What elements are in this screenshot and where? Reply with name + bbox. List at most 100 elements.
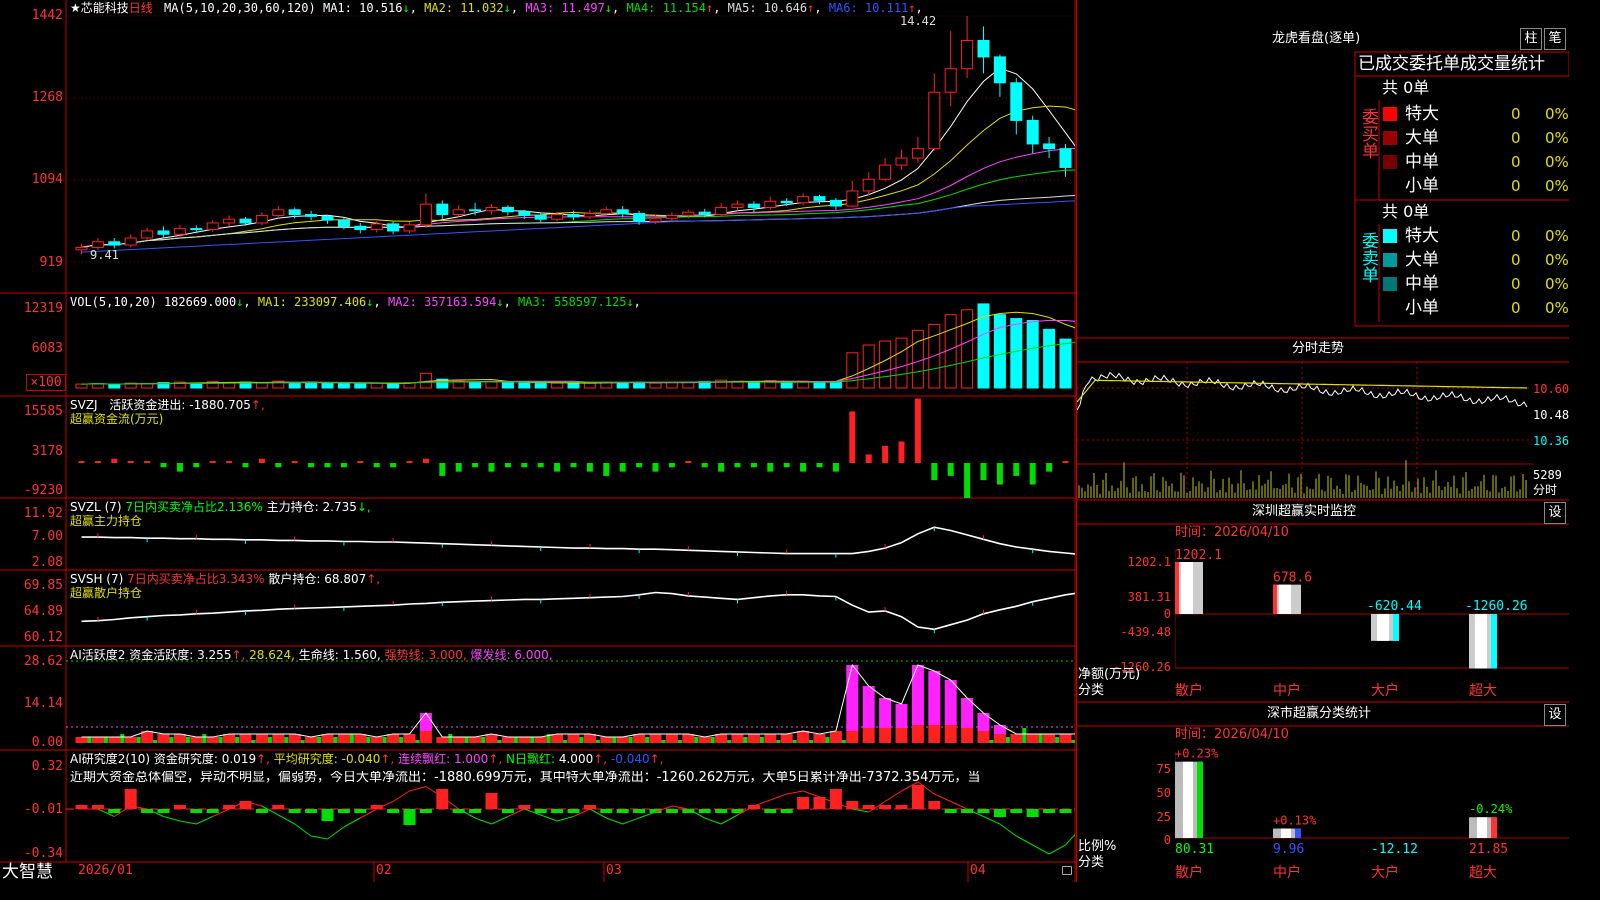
svzj-bar (275, 463, 282, 468)
research-bar (288, 809, 301, 813)
svzj-bar (521, 463, 528, 468)
ai-green-bar (677, 740, 682, 743)
ai-activity-chart[interactable] (66, 647, 1075, 750)
research-bar (665, 809, 678, 813)
ai-green-bar (612, 737, 617, 743)
research-bar (993, 809, 1006, 817)
research-bar (469, 809, 482, 813)
volume-bar (485, 381, 498, 389)
monitor-settings-button[interactable]: 设 (1544, 502, 1566, 524)
order-count: 0 (1511, 251, 1521, 269)
svzj-bar (1029, 463, 1036, 485)
order-row-2: 中单 0 0% (1379, 150, 1569, 174)
svzj-bar (537, 463, 544, 468)
ai-green-bar (513, 737, 518, 743)
intraday-unit: 分时 (1533, 483, 1558, 497)
ai-green-bar (809, 740, 814, 743)
svzj-chart[interactable] (66, 397, 1075, 498)
ai-green-bar (1005, 737, 1010, 743)
classify-value-label: -12.12 (1371, 842, 1418, 857)
main-chart-area[interactable]: ★芯能科技日线 MA(5,10,20,30,60,120) MA1: 10.51… (0, 0, 1076, 882)
svzj-bar (750, 463, 757, 468)
intraday-chart[interactable] (1077, 362, 1533, 500)
candle-body (551, 213, 564, 220)
svzj-bar (701, 463, 708, 468)
svzj-bar (439, 463, 446, 476)
svzj-bar (964, 463, 971, 498)
classify-chart[interactable]: +0.23% 80.31 散户 +0.13% 9.96 中户 -12.12 大户 -0.24% 2… (1175, 742, 1569, 882)
ai-red-bar (91, 737, 104, 743)
classify-bar-highlight (1183, 761, 1193, 838)
volume-bar (469, 381, 482, 389)
research-bar (862, 805, 875, 809)
volume-chart[interactable] (66, 294, 1075, 396)
svsh-chart[interactable] (66, 571, 1075, 646)
classify-change-label: +0.13% (1273, 814, 1317, 828)
candle-body (255, 214, 268, 224)
order-color-swatch (1383, 179, 1397, 193)
app-logo[interactable]: 大智慧 (2, 862, 53, 882)
classify-bar-edge (1491, 817, 1497, 838)
svzj-bar (800, 463, 807, 472)
ai-green-bar (563, 740, 568, 743)
research-bar (944, 809, 957, 813)
order-color-swatch (1383, 155, 1397, 169)
candle-body (731, 203, 744, 208)
ai-green-bar (349, 734, 354, 743)
monitor-chart[interactable]: 1202.1 散户 678.6 中户 -620.44 大户 -1260.26 超大 (1175, 540, 1569, 700)
research-chart[interactable] (66, 751, 1075, 862)
candle-body (190, 228, 203, 231)
candle-body (764, 200, 777, 208)
candle-body (1043, 143, 1056, 150)
ai-red-bar (879, 728, 892, 743)
volume-unit-badge[interactable]: ×100 (26, 374, 66, 391)
candle-body (682, 211, 695, 216)
ai-red-bar (846, 731, 859, 743)
research-line (327, 826, 345, 840)
classify-value-label: 21.85 (1469, 842, 1508, 857)
lock-icon[interactable] (1062, 866, 1072, 875)
research-axis-top: 0.32 (31, 759, 63, 774)
candle-body (403, 224, 416, 232)
candle-body (501, 206, 514, 213)
research-axis-mid: -0.01 (23, 802, 63, 817)
candlestick-chart[interactable] (66, 0, 1075, 293)
ai-red-bar (288, 734, 301, 743)
volume-bar (255, 382, 268, 389)
research-bar (485, 793, 498, 809)
classify-bar-highlight (1281, 828, 1291, 838)
research-bar (1059, 809, 1072, 813)
ai-red-bar (780, 734, 793, 743)
research-bar (305, 809, 318, 813)
research-bar (698, 809, 711, 813)
order-row-2: 中单 0 0% (1379, 272, 1569, 296)
svzj-axis-mid: 3178 (31, 444, 63, 459)
sell-rows: 特大 0 0% 大单 0 0% 中单 0 0% 小单 0 0% (1379, 224, 1569, 320)
ai-green-bar (235, 737, 240, 743)
svzl-line (81, 526, 1075, 555)
research-line (622, 817, 640, 825)
svzl-chart[interactable] (66, 499, 1075, 570)
research-line (999, 823, 1017, 837)
svzj-bar (193, 463, 200, 468)
candle-body (846, 190, 859, 207)
volume-bar (895, 337, 908, 389)
svzj-bar (308, 463, 315, 468)
candle-body (1010, 82, 1023, 121)
svzj-bar (931, 463, 938, 481)
candle-body (534, 214, 547, 220)
research-line (950, 801, 968, 810)
candle-body (75, 246, 88, 251)
order-percent: 0% (1545, 275, 1569, 293)
candle-body (370, 223, 383, 231)
candle-body (813, 196, 826, 201)
ai-red-bar (436, 737, 449, 743)
ai-red-bar (797, 731, 810, 743)
classify-change-label: +0.23% (1175, 747, 1219, 761)
candle-body (272, 209, 285, 216)
candle-body (387, 223, 400, 232)
classify-settings-button[interactable]: 设 (1544, 704, 1566, 726)
order-label: 中单 (1405, 274, 1439, 294)
svzj-bar (78, 461, 85, 463)
research-bar (1010, 809, 1023, 813)
